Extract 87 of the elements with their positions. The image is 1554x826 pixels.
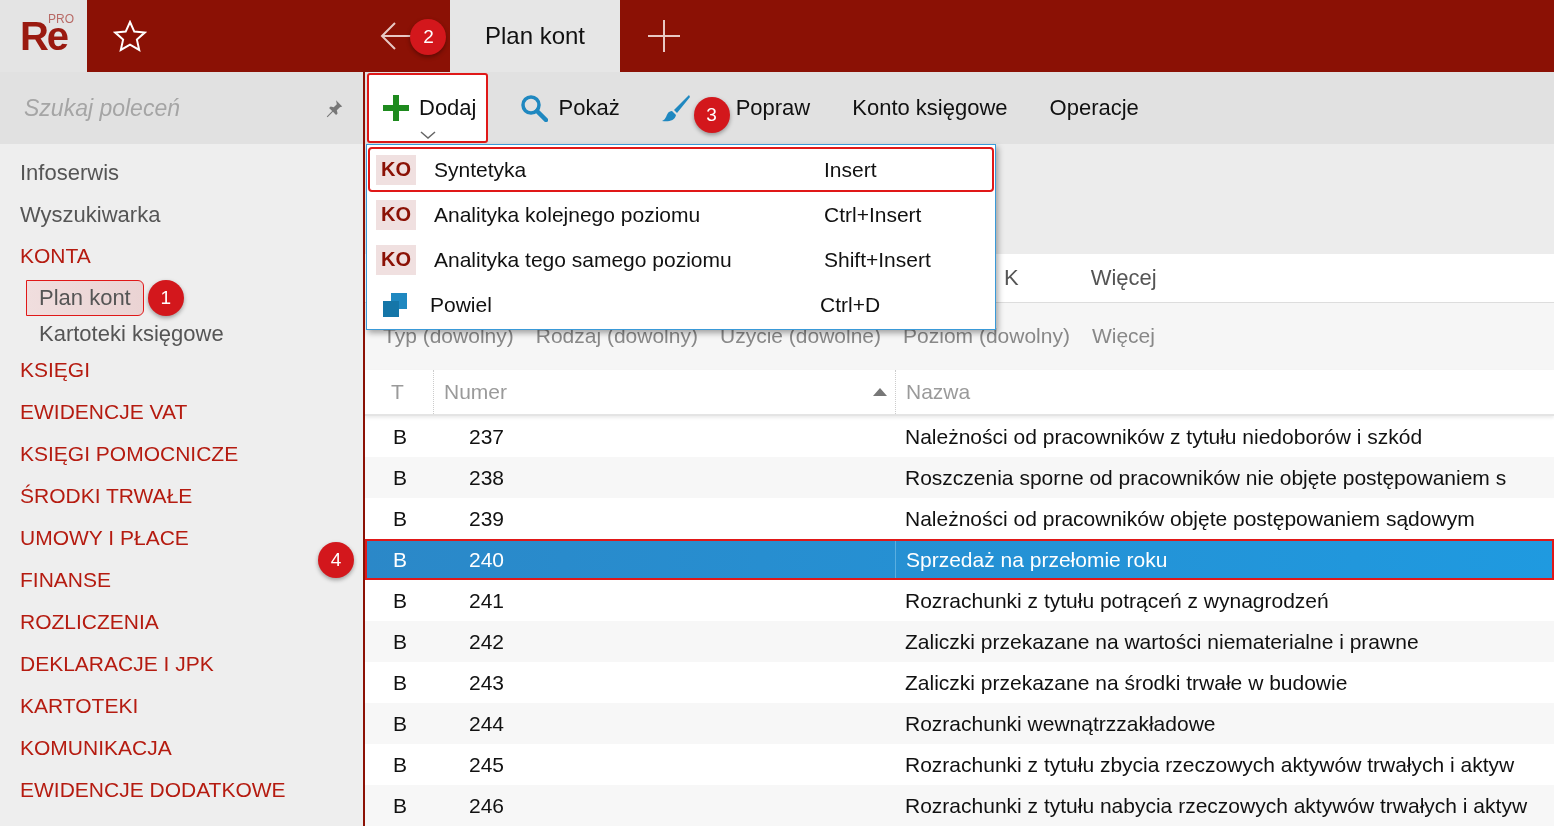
toolbar-button[interactable]: 3 Popraw	[651, 72, 821, 143]
sidebar-item[interactable]: Kartoteki księgowe	[26, 316, 237, 352]
table-cell-text: B	[392, 506, 408, 531]
app-logo[interactable]: RePRO	[0, 0, 87, 72]
table-cell-text: B	[392, 670, 408, 695]
step-badge: 1	[147, 280, 184, 316]
table-cell-text: B	[392, 588, 408, 613]
table-row[interactable]: B 239 Należności od pracowników objęte postępowaniem sądowym	[365, 498, 1554, 539]
sidebar-group[interactable]: UMOWY I PŁACE	[0, 520, 209, 562]
sidebar-group[interactable]: FINANSE	[0, 562, 131, 604]
shortcut-label: Shift+Insert	[824, 247, 931, 272]
table-cell: Sprzedaż na przełomie roku	[895, 539, 1554, 580]
shortcut-label: Insert	[824, 157, 877, 182]
sidebar-group[interactable]: KOMUNIKACJA	[0, 730, 192, 772]
search-icon	[520, 93, 549, 122]
sidebar-group[interactable]: EWIDENCJE DODATKOWE	[0, 772, 306, 814]
table-row[interactable]: B 237 Należności od pracowników z tytułu niedoborów i szkód	[365, 416, 1554, 457]
table-row[interactable]: B 242 Zaliczki przekazane na wartości niematerialne i prawne	[365, 621, 1554, 662]
sidebar-item[interactable]: Plan kont	[26, 280, 144, 316]
menu-item[interactable]: KO Analityka tego samego poziomu Shift+Insert	[368, 237, 994, 282]
account-tag: KO	[376, 199, 416, 230]
table-cell-text: Roszczenia sporne od pracowników nie objęte postępowaniem s	[904, 465, 1508, 490]
caret-icon	[419, 130, 436, 139]
filter-dropdown[interactable]: Więcej	[1091, 324, 1155, 349]
table-cell-text: B	[392, 793, 408, 818]
sidebar-group[interactable]: ROZLICZENIA	[0, 604, 179, 646]
table-cell-text: 240	[468, 547, 506, 572]
table-cell-text: B	[392, 547, 408, 572]
table-cell-text: B	[392, 424, 408, 449]
document-tab[interactable]: Plan kont	[450, 0, 620, 72]
sidebar-link[interactable]: Wyszukiwarka	[0, 196, 181, 238]
table-row[interactable]: B 244 Rozrachunki wewnątrzzakładowe	[365, 703, 1554, 744]
duplicate-icon	[382, 291, 408, 318]
view-tab[interactable]: Więcej	[1090, 264, 1157, 291]
table-cell-text: 243	[468, 670, 506, 695]
table-cell-text: B	[392, 711, 408, 736]
toolbar-button[interactable]: Konto księgowe	[842, 72, 1018, 143]
shortcut-label: Ctrl+Insert	[824, 202, 922, 227]
sidebar-group[interactable]: KSIĘGI	[0, 352, 111, 394]
plus-icon	[383, 94, 409, 121]
menu-item[interactable]: KO Syntetyka Insert	[368, 147, 994, 192]
table-cell-text: 237	[468, 424, 506, 449]
table-cell-text: Należności od pracowników z tytułu niedoborów i szkód	[904, 424, 1424, 449]
sidebar-link[interactable]: Infoserwis	[0, 154, 140, 196]
menu-item[interactable]: Powiel Ctrl+D	[368, 282, 994, 327]
table-cell-text: B	[392, 465, 408, 490]
table-row[interactable]: B 238 Roszczenia sporne od pracowników nie objęte postępowaniem s	[365, 457, 1554, 498]
table-cell-text: Rozrachunki z tytułu nabycia rzeczowych aktywów trwałych i aktyw	[904, 793, 1529, 818]
account-tag: KO	[376, 244, 416, 275]
shortcut-label: Ctrl+D	[820, 292, 881, 317]
table-cell-text: 244	[468, 711, 506, 736]
toolbar-button[interactable]: Operacje	[1039, 72, 1149, 143]
sidebar-group[interactable]: EWIDENCJE VAT	[0, 394, 208, 436]
table-cell-text: 245	[468, 752, 506, 777]
table-cell-text: 242	[468, 629, 506, 654]
table-cell-text: B	[392, 752, 408, 777]
table-cell-text: B	[392, 629, 408, 654]
view-tab[interactable]: K	[1004, 264, 1019, 291]
brush-icon	[661, 93, 690, 122]
sidebar-group[interactable]: KSIĘGI POMOCNICZE	[0, 436, 259, 478]
sidebar-group[interactable]: DEKLARACJE I JPK	[0, 646, 234, 688]
step-badge: 3	[693, 96, 730, 133]
table-row[interactable]: B 241 Rozrachunki z tytułu potrąceń z wynagrodzeń	[365, 580, 1554, 621]
new-tab-icon[interactable]	[648, 20, 680, 52]
table-cell-text: Należności od pracowników objęte postępowaniem sądowym	[904, 506, 1476, 531]
table-cell-text: 239	[468, 506, 506, 531]
table-cell-text: Zaliczki przekazane na środki trwałe w budowie	[904, 670, 1349, 695]
table-cell-text: 241	[468, 588, 506, 613]
toolbar-button[interactable]: Pokaż	[510, 72, 630, 143]
star-icon[interactable]	[113, 20, 147, 52]
sidebar-group[interactable]: KONTA	[0, 238, 111, 280]
search-input[interactable]: Szukaj poleceń	[22, 93, 326, 123]
sidebar-group[interactable]: ŚRODKI TRWAŁE	[0, 478, 213, 520]
account-tag: KO	[376, 154, 416, 185]
table-row[interactable]: B 246 Rozrachunki z tytułu nabycia rzeczowych aktywów trwałych i aktyw	[365, 785, 1554, 826]
table-row[interactable]: B 245 Rozrachunki z tytułu zbycia rzeczowych aktywów trwałych i aktyw	[365, 744, 1554, 785]
table-cell-text: 238	[468, 465, 506, 490]
table-cell-text: 246	[468, 793, 506, 818]
sidebar-group[interactable]: KARTOTEKI	[0, 688, 159, 730]
menu-item[interactable]: KO Analityka kolejnego poziomu Ctrl+Insert	[368, 192, 994, 237]
table-row[interactable]: B 243 Zaliczki przekazane na środki trwałe w budowie	[365, 662, 1554, 703]
table-cell-text: Rozrachunki z tytułu potrąceń z wynagrodzeń	[904, 588, 1330, 613]
table-cell-text: Rozrachunki wewnątrzzakładowe	[904, 711, 1217, 736]
filter-dropdown[interactable]: Poziom (dowolny)	[903, 324, 1070, 349]
table-cell-text: Rozrachunki z tytułu zbycia rzeczowych aktywów trwałych i aktyw	[904, 752, 1516, 777]
table-cell-text: Zaliczki przekazane na wartości niematerialne i prawne	[904, 629, 1420, 654]
command-search-field[interactable]: Szukaj poleceń	[0, 72, 363, 144]
